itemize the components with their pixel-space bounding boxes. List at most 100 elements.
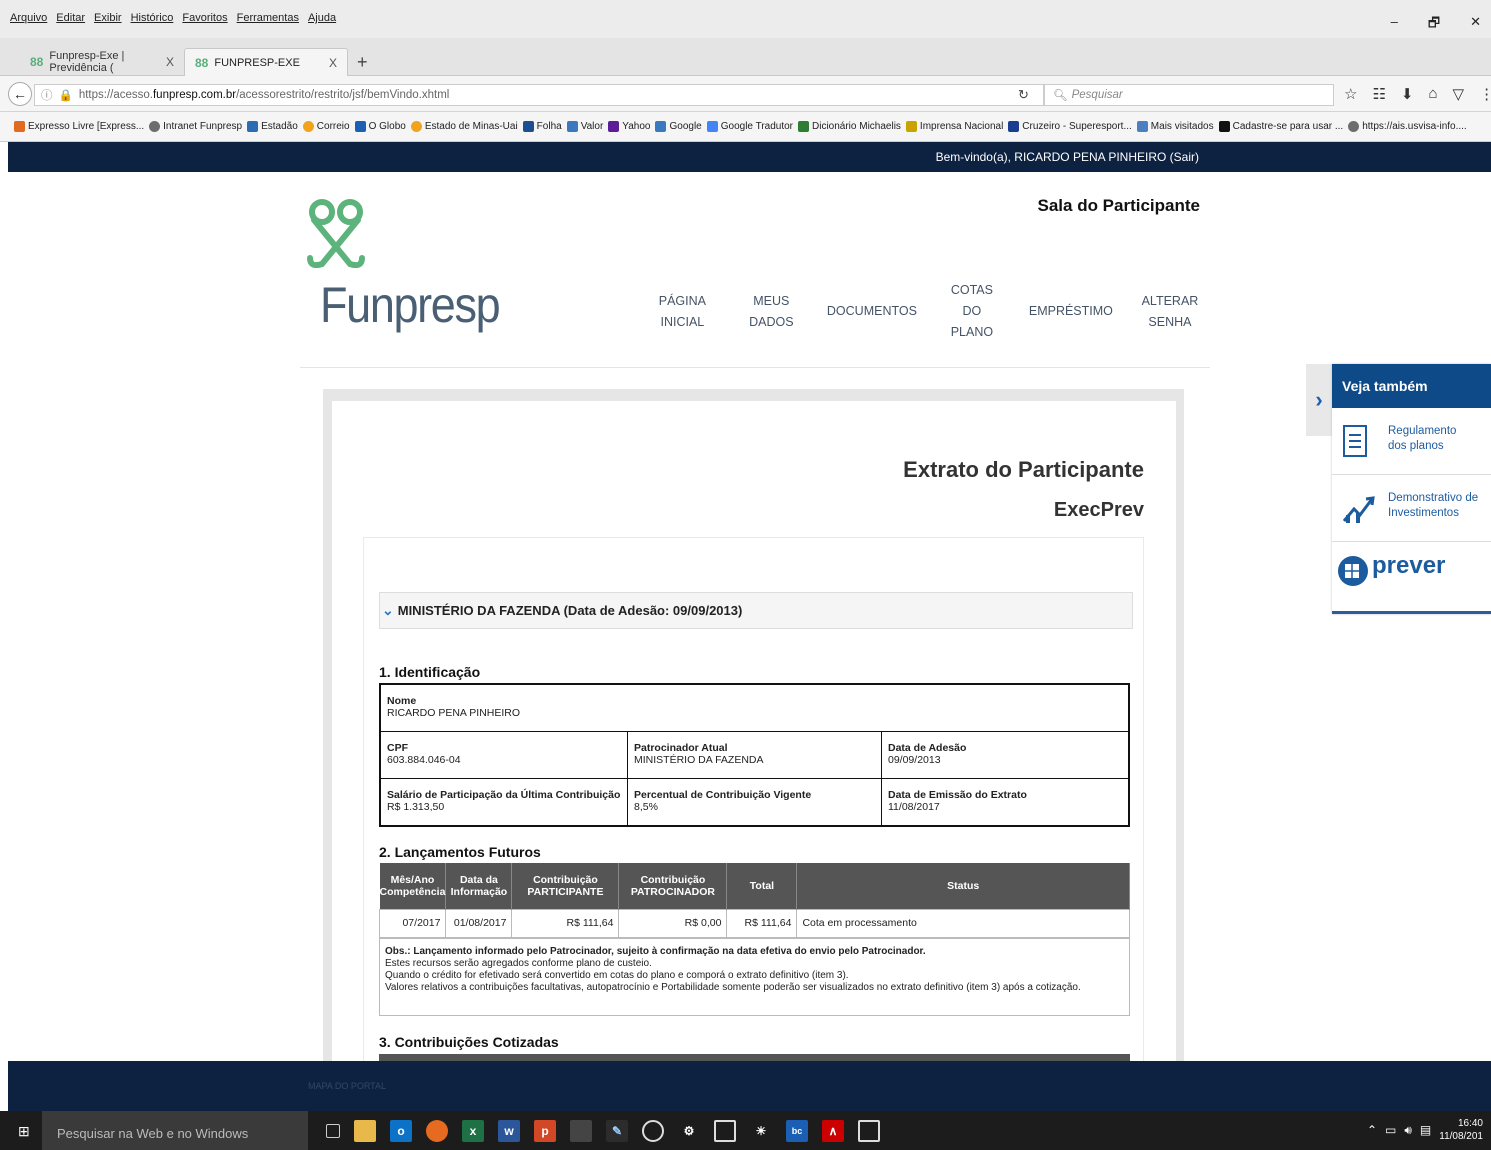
reload-icon[interactable]: ↻	[1018, 87, 1029, 103]
brightness-icon[interactable]: ☀	[750, 1120, 772, 1142]
calendar-icon[interactable]	[714, 1120, 736, 1142]
calculator-icon[interactable]	[570, 1120, 592, 1142]
bookmark-item[interactable]: Dicionário Michaelis	[798, 121, 901, 132]
download-icon[interactable]: ⬇	[1401, 85, 1414, 103]
bookmark-item[interactable]: Expresso Livre [Express...	[14, 121, 144, 132]
search-input[interactable]: 🔍︎ Pesquisar	[1044, 84, 1334, 106]
welcome-logout-link[interactable]: Bem-vindo(a), RICARDO PENA PINHEIRO (Sai…	[936, 150, 1199, 164]
bookmark-item[interactable]: Cruzeiro - Superesport...	[1008, 121, 1132, 132]
clock[interactable]: 16:40 11/08/201	[1439, 1117, 1483, 1143]
outlook-icon[interactable]: o	[390, 1120, 412, 1142]
word-icon[interactable]: w	[498, 1120, 520, 1142]
bookmark-item[interactable]: Imprensa Nacional	[905, 121, 1004, 132]
photos-icon[interactable]	[858, 1120, 880, 1142]
col-contrib-patrocinador: Contribuição PATROCINADOR	[618, 863, 728, 909]
powerpoint-icon[interactable]: p	[534, 1120, 556, 1142]
bookmark-item[interactable]: Mais visitados	[1136, 121, 1214, 132]
bookmark-label: Mais visitados	[1150, 121, 1214, 132]
cell-status: Cota em processamento	[796, 908, 1130, 938]
home-icon[interactable]: ⌂	[1428, 85, 1437, 103]
tab-funpresp-previdencia[interactable]: 88 Funpresp-Exe | Previdência ( X	[20, 48, 184, 76]
nav-documentos[interactable]: DOCUMENTOS	[827, 301, 917, 322]
back-arrow-icon[interactable]: ←	[8, 82, 32, 106]
shield-icon[interactable]	[642, 1120, 664, 1142]
info-icon[interactable]: ⓘ	[41, 87, 53, 103]
bookmark-icon	[1218, 121, 1230, 132]
bookmark-item[interactable]: Cadastre-se para usar ...	[1218, 121, 1343, 132]
pdf-reader-icon[interactable]: ∧	[822, 1120, 844, 1142]
chevron-right-icon[interactable]: ›	[1306, 364, 1332, 436]
file-explorer-icon[interactable]	[354, 1120, 376, 1142]
bookmark-star-icon[interactable]: ☆	[1344, 85, 1357, 103]
funpresp-logo-icon[interactable]	[304, 198, 368, 272]
link-demonstrativo[interactable]: Demonstrativo de Investimentos	[1332, 475, 1491, 542]
menu-ajuda[interactable]: Ajuda	[308, 12, 336, 24]
link-regulamento[interactable]: Regulamento dos planos	[1332, 408, 1491, 475]
volume-icon[interactable]: 🔊︎	[1404, 1123, 1412, 1138]
task-view-icon[interactable]	[326, 1124, 340, 1138]
link-prever[interactable]: prever	[1332, 542, 1491, 609]
menu-favoritos[interactable]: Favoritos	[182, 12, 227, 24]
pocket-icon[interactable]: ▽	[1453, 85, 1465, 103]
menu-historico[interactable]: Histórico	[131, 12, 174, 24]
col-mes-ano-l2: Competência	[379, 885, 446, 898]
tab-close-icon[interactable]: X	[166, 55, 174, 69]
col-status: Status	[796, 863, 1130, 909]
taskbar-search[interactable]: Pesquisar na Web e no Windows	[42, 1111, 308, 1150]
adesao-label: Data de Adesão	[888, 742, 967, 754]
mapa-portal-link[interactable]: MAPA DO PORTAL	[308, 1081, 386, 1091]
nav-pagina-inicial[interactable]: PÁGINA INICIAL	[646, 291, 719, 333]
menu-icon[interactable]: ⋮	[1479, 85, 1491, 103]
menu-editar[interactable]: Editar	[56, 12, 85, 24]
nav-emprestimo[interactable]: EMPRÉSTIMO	[1029, 301, 1113, 322]
bookmark-item[interactable]: Estadão	[247, 121, 298, 132]
col-data-l1: Data da	[459, 873, 498, 886]
bookmarks-menu-icon[interactable]: ☷	[1372, 85, 1385, 103]
excel-icon[interactable]: x	[462, 1120, 484, 1142]
minimize-button[interactable]: –	[1391, 14, 1398, 36]
bookmark-item[interactable]: Estado de Minas-Uai	[410, 121, 518, 132]
accordion-header[interactable]: ⌄ MINISTÉRIO DA FAZENDA (Data de Adesão:…	[379, 592, 1133, 629]
menu-exibir[interactable]: Exibir	[94, 12, 122, 24]
bank-app-icon[interactable]: bc	[786, 1120, 808, 1142]
col-contrib-participante: Contribuição PARTICIPANTE	[511, 863, 620, 909]
col-data-l2: Informação	[450, 885, 508, 898]
network-icon[interactable]: ▭	[1385, 1123, 1396, 1137]
section-contribuicoes-title: 3. Contribuições Cotizadas	[379, 1034, 559, 1050]
bookmark-item[interactable]: O Globo	[354, 121, 406, 132]
bookmark-item[interactable]: Google Tradutor	[706, 121, 793, 132]
notifications-icon[interactable]: ▤	[1420, 1123, 1431, 1137]
bookmark-item[interactable]: Yahoo	[608, 121, 650, 132]
bookmark-item[interactable]: Google	[655, 121, 702, 132]
chevron-up-icon[interactable]: ⌃	[1367, 1123, 1377, 1137]
bookmark-item[interactable]: Intranet Funpresp	[149, 121, 242, 132]
bookmark-item[interactable]: https://ais.usvisa-info....	[1348, 121, 1467, 132]
firefox-icon[interactable]	[426, 1120, 448, 1142]
new-tab-button[interactable]: +	[357, 52, 368, 73]
nav-meus-dados[interactable]: MEUS DADOS	[739, 291, 804, 333]
bookmark-label: Google	[669, 121, 702, 132]
col-cp-l1: Contribuição	[533, 873, 598, 886]
bookmark-item[interactable]: Correio	[302, 121, 350, 132]
restore-button[interactable]: 🗗	[1428, 14, 1440, 36]
bookmark-item[interactable]: Valor	[566, 121, 603, 132]
close-window-button[interactable]: ✕	[1470, 14, 1481, 36]
menu-ferramentas[interactable]: Ferramentas	[237, 12, 299, 24]
windows-start-icon[interactable]: ⊞	[18, 1123, 30, 1140]
nav-cotas-do-plano[interactable]: COTAS DO PLANO	[947, 280, 997, 343]
bookmark-item[interactable]: Folha	[522, 121, 562, 132]
logo-text[interactable]: Funpresp	[320, 276, 501, 334]
search-placeholder: Pesquisar	[1071, 89, 1123, 101]
accordion-label: MINISTÉRIO DA FAZENDA (Data de Adesão: 0…	[397, 603, 743, 618]
obs-bold: Obs.: Lançamento informado pelo Patrocin…	[385, 946, 926, 957]
settings-gear-icon[interactable]: ⚙	[678, 1120, 700, 1142]
paint-icon[interactable]: ✎	[606, 1120, 628, 1142]
url-bar[interactable]: ⓘ 🔒 https://acesso.funpresp.com.br/acess…	[34, 84, 1044, 106]
nav-alterar-senha[interactable]: ALTERAR SENHA	[1130, 291, 1210, 333]
menu-arquivo[interactable]: Arquivo	[10, 12, 47, 24]
tab-funpresp-exe[interactable]: 88 FUNPRESP-EXE X	[184, 48, 348, 76]
content-card: Extrato do Participante ExecPrev ⌄ MINIS…	[332, 401, 1176, 1077]
bookmark-label: Imprensa Nacional	[919, 121, 1004, 132]
bookmark-icon	[247, 121, 259, 132]
tab-close-icon[interactable]: X	[329, 56, 337, 70]
